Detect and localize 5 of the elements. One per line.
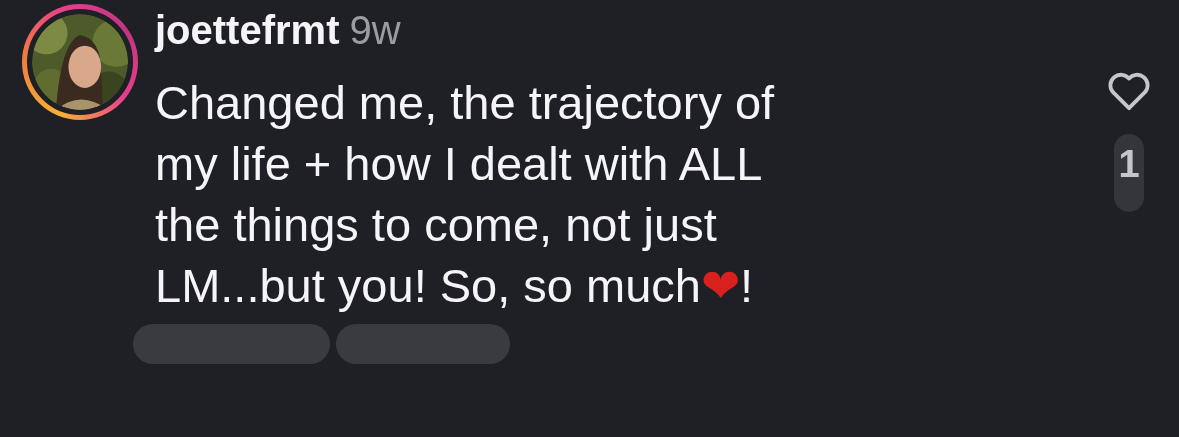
username[interactable]: joettefrmt	[155, 8, 340, 53]
timestamp: 9w	[349, 8, 401, 53]
heart-icon[interactable]	[1106, 70, 1152, 112]
like-count: 1	[1114, 134, 1144, 212]
comment-text: Changed me, the trajectory of my life + how I dealt with ALL the things to come, not just LM...but you! So, so much❤!	[155, 75, 776, 314]
